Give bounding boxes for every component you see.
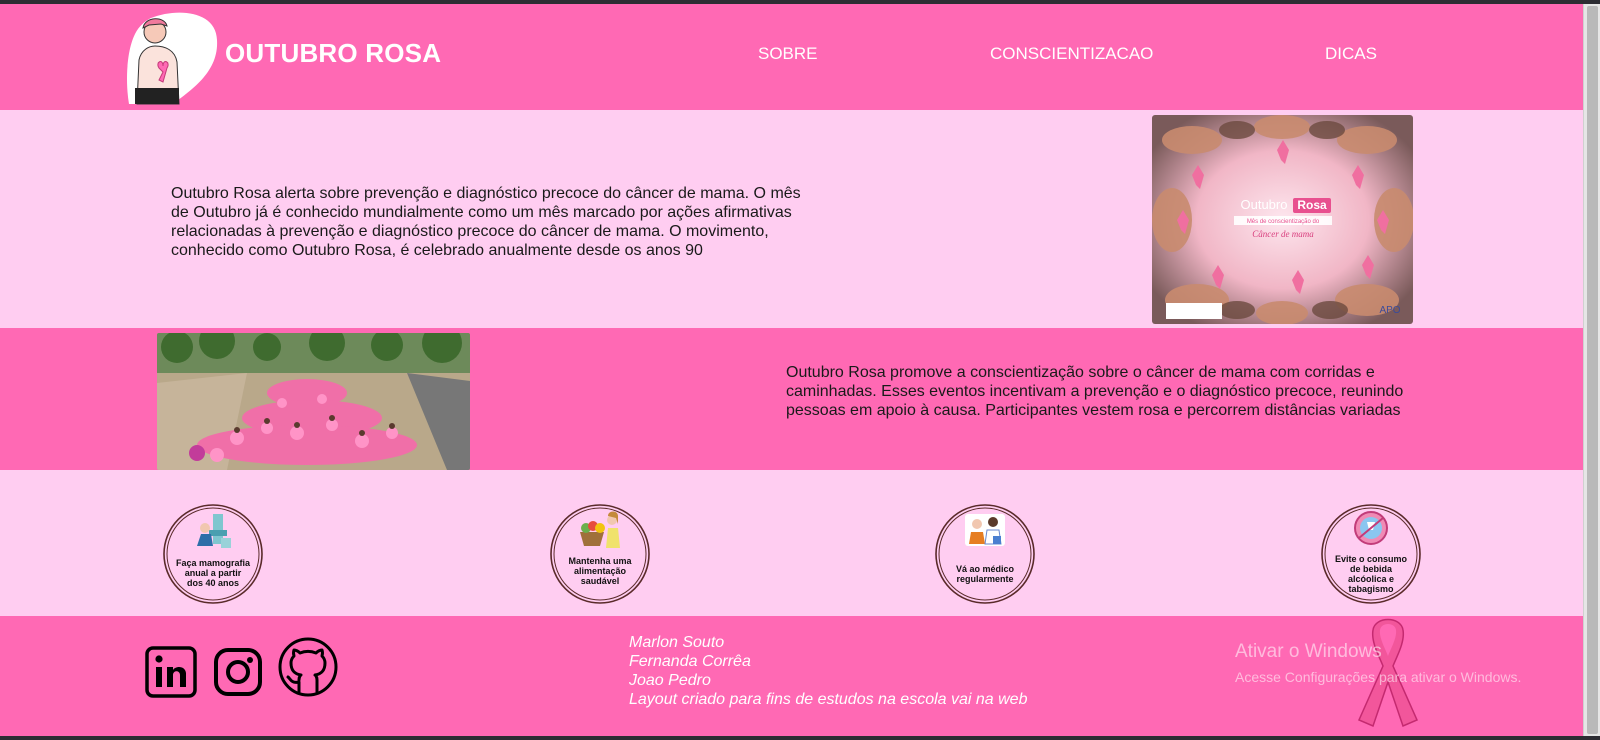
nav-link-dicas[interactable]: DICAS <box>1325 44 1377 64</box>
tip-text-line: Mantenha uma <box>568 556 632 566</box>
tips-section: Faça mamografia anual a partir dos 40 an… <box>0 470 1583 616</box>
about-text: Outubro Rosa alerta sobre prevenção e di… <box>171 185 801 259</box>
walk-event-image <box>157 333 470 470</box>
image-title-main: Outubro <box>1241 197 1288 212</box>
tip-text-line: alcóolica e <box>1347 574 1395 584</box>
image-subtitle: Mês de conscientização do <box>1247 219 1320 225</box>
no-alcohol-icon <box>1354 511 1388 545</box>
food-basket-icon <box>580 511 620 548</box>
tip-text-line: saudável <box>580 576 620 586</box>
svg-text:Rosa: Rosa <box>1297 198 1327 212</box>
tip-text-line: anual a partir <box>184 568 242 578</box>
windows-activation-watermark: Ativar o Windows Acesse Configurações pa… <box>1235 641 1521 685</box>
nav-link-conscientizacao[interactable]: CONSCIENTIZACAO <box>990 44 1153 64</box>
credit-name: Marlon Souto <box>629 634 725 651</box>
tip-text-line: regularmente <box>956 574 1014 584</box>
tip-text-line: dos 40 anos <box>186 578 240 588</box>
credit-note: Layout criado para fins de estudos na es… <box>629 691 1028 708</box>
image-caption: Câncer de mama <box>1252 229 1314 239</box>
awareness-section: Outubro Rosa promove a conscientização s… <box>0 328 1583 470</box>
scrollbar-thumb[interactable] <box>1587 6 1598 734</box>
ribbon-hands-image: Outubro Rosa Mês de conscientização do C… <box>1152 115 1413 324</box>
tip-mammography: Faça mamografia anual a partir dos 40 an… <box>161 502 265 606</box>
logo-illustration <box>127 12 218 105</box>
about-section: Outubro Rosa alerta sobre prevenção e di… <box>0 110 1583 332</box>
tip-avoid-alcohol-tobacco: Evite o consumo de bebida alcóolica e ta… <box>1319 502 1423 606</box>
tip-healthy-food: Mantenha uma alimentação saudável <box>548 502 652 606</box>
tip-text-line: Faça mamografia <box>175 558 251 568</box>
nav-link-sobre[interactable]: SOBRE <box>758 44 818 64</box>
instagram-icon[interactable] <box>213 647 263 697</box>
linkedin-icon[interactable] <box>145 646 197 698</box>
tip-text-line: Evite o consumo <box>1334 554 1407 564</box>
tip-text-line: tabagismo <box>1348 584 1394 594</box>
github-icon[interactable] <box>277 636 339 698</box>
vertical-scrollbar[interactable] <box>1583 4 1600 736</box>
tip-text-line: alimentação <box>573 566 627 576</box>
image-badge: APO <box>1379 305 1400 316</box>
tip-text-line: Vá ao médico <box>955 564 1015 574</box>
credits: Marlon Souto Fernanda Corrêa Joao Pedro … <box>629 633 1027 709</box>
watermark-subtitle: Acesse Configurações para ativar o Windo… <box>1235 669 1522 685</box>
header: OUTUBRO ROSA SOBRE CONSCIENTIZACAO DICAS <box>0 4 1583 110</box>
awareness-text: Outubro Rosa promove a conscientização s… <box>786 364 1404 419</box>
tip-doctor-visit: Vá ao médico regularmente <box>933 502 1037 606</box>
credit-name: Joao Pedro <box>629 672 711 689</box>
doctor-icon <box>965 514 1005 546</box>
page: OUTUBRO ROSA SOBRE CONSCIENTIZACAO DICAS… <box>0 4 1583 736</box>
mammography-icon <box>197 514 231 548</box>
tip-text-line: de bebida <box>1349 564 1392 574</box>
watermark-title: Ativar o Windows <box>1235 641 1382 662</box>
footer: Marlon Souto Fernanda Corrêa Joao Pedro … <box>0 616 1583 736</box>
credit-name: Fernanda Corrêa <box>629 653 751 670</box>
brand-title[interactable]: OUTUBRO ROSA <box>225 38 441 69</box>
